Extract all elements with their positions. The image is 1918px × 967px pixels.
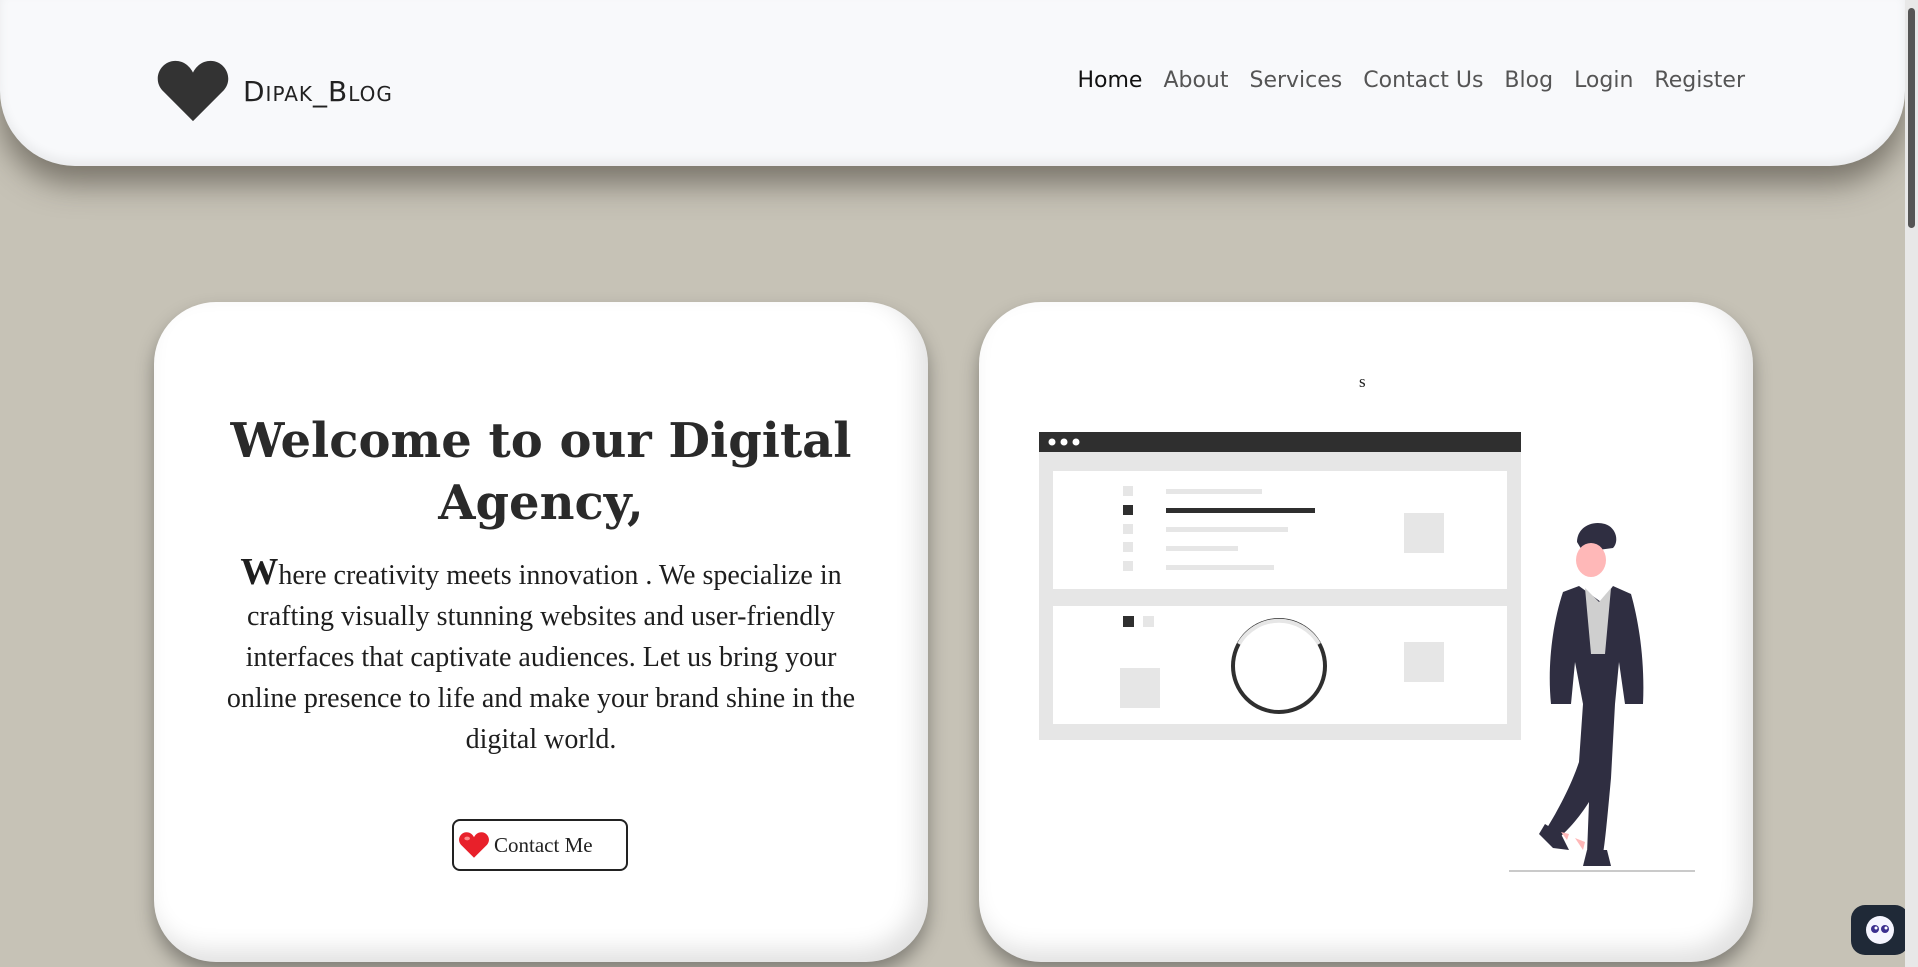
hero-text-card: Welcome to our Digital Agency, Where cre… <box>154 302 928 962</box>
brand[interactable]: Dipak_Blog <box>155 58 393 124</box>
nav-contact-us[interactable]: Contact Us <box>1363 68 1483 93</box>
chat-widget-button[interactable] <box>1851 905 1909 955</box>
hero-title-bold: Welcome <box>230 413 472 469</box>
hero-title: Welcome to our Digital Agency, <box>184 410 898 534</box>
navbar: Dipak_Blog Home About Services Contact U… <box>0 0 1905 166</box>
heart-icon <box>157 60 229 122</box>
brand-name: Dipak_Blog <box>243 74 393 108</box>
hero-illustration-card: s <box>979 302 1753 962</box>
hero-description-dropcap: W <box>240 551 279 593</box>
man-with-browser-window-illustration <box>1039 432 1695 872</box>
scrollbar-thumb[interactable] <box>1908 8 1915 228</box>
red-heart-icon <box>459 832 489 858</box>
page-scrollbar[interactable] <box>1905 0 1918 967</box>
nav-blog[interactable]: Blog <box>1504 68 1553 93</box>
hero-description: Where creativity meets innovation . We s… <box>214 552 868 760</box>
contact-me-label: Contact Me <box>494 832 593 857</box>
nav-about[interactable]: About <box>1163 68 1228 93</box>
nav-home[interactable]: Home <box>1077 68 1142 93</box>
bot-face-icon <box>1866 916 1894 944</box>
contact-me-button[interactable]: Contact Me <box>452 819 628 871</box>
hero-title-rest: to our Digital Agency, <box>438 413 852 531</box>
nav-menu: Home About Services Contact Us Blog Logi… <box>1077 68 1745 93</box>
nav-register[interactable]: Register <box>1654 68 1745 93</box>
nav-services[interactable]: Services <box>1249 68 1342 93</box>
nav-login[interactable]: Login <box>1574 68 1633 93</box>
hero-description-text: here creativity meets innovation . We sp… <box>226 560 856 755</box>
